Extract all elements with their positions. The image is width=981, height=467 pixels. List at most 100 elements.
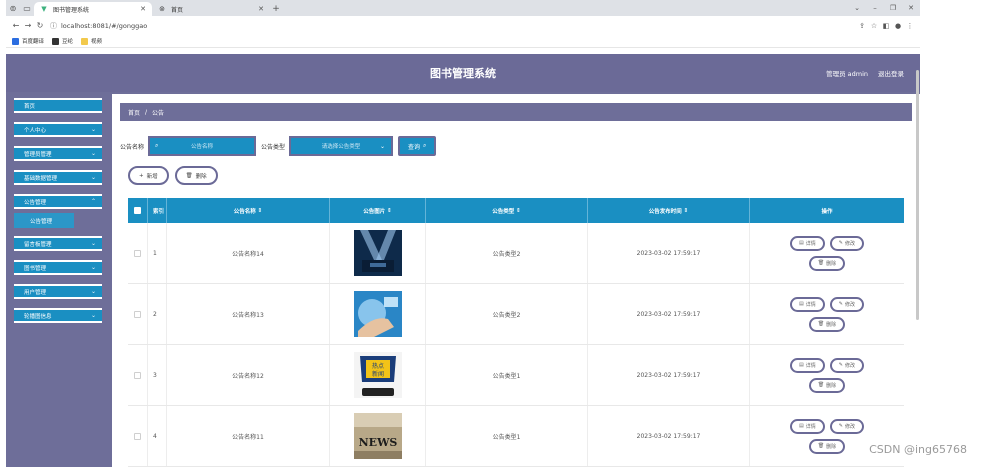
row-actions-line: ▤ 详情 ✎ 修改 <box>790 235 864 251</box>
sidepanel-icon[interactable]: ◧ <box>880 22 892 30</box>
row-actions-line: ▤ 详情 ✎ 修改 <box>790 418 864 434</box>
add-button-label: 新增 <box>146 173 158 180</box>
sidebar-item[interactable]: 留言板管理 ⌄ <box>14 236 102 251</box>
type-select[interactable]: 请选择公告类型 ⌄ <box>289 136 394 156</box>
chevron-down-icon: ⌄ <box>90 288 96 295</box>
bookmark-item[interactable]: 百度翻译 <box>12 37 44 45</box>
row-checkbox[interactable] <box>134 432 141 440</box>
column-header-image[interactable]: 公告图片 ⇕ <box>330 198 426 223</box>
new-tab-button[interactable]: + <box>270 2 282 16</box>
edit-button[interactable]: ✎ 修改 <box>829 296 864 312</box>
trash-icon: 🗑 <box>817 260 825 266</box>
edit-button[interactable]: ✎ 修改 <box>829 235 864 251</box>
more-menu-icon[interactable]: ⋮ <box>904 22 916 30</box>
chevron-down-icon: ⌄ <box>90 312 96 319</box>
forward-arrow-icon[interactable]: → <box>22 21 34 30</box>
breadcrumb: 首页 / 公告 <box>120 103 912 121</box>
share-icon[interactable]: ⇪ <box>856 22 868 30</box>
browser-menu-icon[interactable]: ⊚ <box>6 0 20 16</box>
screenshot: { "browser": { "tabs": [ { "title": "图书管… <box>0 0 981 467</box>
window-close-icon[interactable]: ✕ <box>902 0 920 16</box>
batch-delete-button[interactable]: 🗑 删除 <box>174 166 218 185</box>
restore-icon[interactable]: ❐ <box>884 0 902 16</box>
tab-list-chevron-icon[interactable]: ⌄ <box>848 0 866 16</box>
sidebar-item[interactable]: 用户管理 ⌄ <box>14 284 102 299</box>
row-delete-button[interactable]: 🗑 删除 <box>808 438 846 454</box>
delete-button-label: 删除 <box>195 173 207 180</box>
profile-icon[interactable]: ● <box>892 22 904 30</box>
scrollbar[interactable] <box>916 70 919 320</box>
row-name: 公告名称11 <box>167 406 330 466</box>
edit-button[interactable]: ✎ 修改 <box>829 418 864 434</box>
breadcrumb-home[interactable]: 首页 <box>128 108 140 117</box>
sidebar-item[interactable]: 管理员管理 ⌄ <box>14 146 102 161</box>
sidebar-item[interactable]: 个人中心 ⌄ <box>14 122 102 137</box>
search-button-label: 查询 <box>408 143 421 151</box>
sidebar-item-label: 用户管理 <box>24 289 47 296</box>
row-delete-button[interactable]: 🗑 删除 <box>808 316 846 332</box>
url-field[interactable]: ⓘ localhost:8081/#/gonggao <box>50 19 856 32</box>
search-button[interactable]: 查询 ⌕ <box>398 136 437 156</box>
bookmark-star-icon[interactable]: ☆ <box>868 22 880 30</box>
reload-icon[interactable]: ↻ <box>34 21 46 30</box>
table-row: 1 公告名称14 公告类型2 2023-03-02 17:59:17 ▤ 详情 ✎ 修改 🗑 删除 <box>128 223 904 284</box>
column-header-type[interactable]: 公告类型 ⇕ <box>426 198 588 223</box>
chevron-down-icon: ⌄ <box>90 264 96 271</box>
edit-button[interactable]: ✎ 修改 <box>829 357 864 373</box>
detail-button[interactable]: ▤ 详情 <box>790 296 825 312</box>
row-checkbox[interactable] <box>134 371 141 379</box>
sidebar-item[interactable]: 首页 <box>14 98 102 113</box>
column-header-name[interactable]: 公告名称 ⇕ <box>167 198 330 223</box>
name-search-input[interactable]: ⌕ 公告名称 <box>148 136 257 156</box>
row-name: 公告名称12 <box>167 345 330 405</box>
table-row: 3 公告名称12 热点 新闻 公告类型1 2023-03-02 17:59:17 ▤ 详情 ✎ 修… <box>128 345 904 406</box>
hand-tech-thumbnail <box>353 291 402 337</box>
row-actions: ▤ 详情 ✎ 修改 🗑 删除 <box>750 284 904 344</box>
trash-icon: 🗑 <box>817 321 825 327</box>
sidebar-item-label: 留言板管理 <box>24 241 52 248</box>
sidebar-item[interactable]: 图书管理 ⌄ <box>14 260 102 275</box>
row-checkbox[interactable] <box>134 249 141 257</box>
select-all-checkbox[interactable] <box>134 207 141 214</box>
sort-icon: ⇕ <box>516 207 521 214</box>
tab-title: 首页 <box>171 6 184 14</box>
row-checkbox[interactable] <box>134 310 141 318</box>
main-content: 首页 / 公告 公告名称 ⌕ 公告名称 公告类型 请选择公告类型 ⌄ 查询 ⌕ <box>112 94 920 467</box>
sort-icon: ⇕ <box>387 207 392 214</box>
add-button[interactable]: + 新增 <box>128 166 169 185</box>
back-arrow-icon[interactable]: ← <box>10 21 22 30</box>
close-tab-icon[interactable]: ✕ <box>258 5 264 13</box>
detail-button[interactable]: ▤ 详情 <box>790 418 825 434</box>
svg-text:新闻: 新闻 <box>371 370 383 378</box>
table-body: 1 公告名称14 公告类型2 2023-03-02 17:59:17 ▤ 详情 ✎ 修改 🗑 删除… <box>128 223 904 467</box>
document-icon: ▤ <box>799 240 804 246</box>
detail-button[interactable]: ▤ 详情 <box>790 235 825 251</box>
row-actions: ▤ 详情 ✎ 修改 🗑 删除 <box>750 223 904 283</box>
info-icon[interactable]: ⓘ <box>50 21 57 31</box>
top-bar: 图书管理系统 管理员 admin 退出登录 <box>6 54 920 92</box>
sidebar-subitem[interactable]: 公告管理 <box>14 213 74 228</box>
tab-search-icon[interactable]: ▭ <box>20 0 34 16</box>
row-index: 3 <box>148 345 167 405</box>
detail-button[interactable]: ▤ 详情 <box>790 357 825 373</box>
sidebar-item-label: 个人中心 <box>24 127 47 134</box>
browser-tab-active[interactable]: ▼ 图书管理系统 ✕ <box>34 2 152 16</box>
row-delete-button[interactable]: 🗑 删除 <box>808 377 846 393</box>
row-image: 热点 新闻 <box>330 345 426 405</box>
sidebar-item[interactable]: 公告管理 ⌃ <box>14 194 102 209</box>
row-checkbox-cell <box>128 223 148 283</box>
close-tab-icon[interactable]: ✕ <box>140 5 146 13</box>
column-header-time[interactable]: 公告发布时间 ⇕ <box>588 198 750 223</box>
app-title: 图书管理系统 <box>430 67 496 80</box>
logout-link[interactable]: 退出登录 <box>878 68 904 78</box>
sidebar-item[interactable]: 轮播图信息 ⌄ <box>14 308 102 323</box>
row-delete-button[interactable]: 🗑 删除 <box>808 255 846 271</box>
sidebar-item[interactable]: 基础数据管理 ⌄ <box>14 170 102 185</box>
row-time: 2023-03-02 17:59:17 <box>588 223 750 283</box>
minimize-icon[interactable]: – <box>866 0 884 16</box>
row-image: NEWS <box>330 406 426 466</box>
browser-tab[interactable]: ⊚ 首页 ✕ <box>152 2 270 16</box>
bookmark-item[interactable]: 视频 <box>81 37 102 45</box>
sidebar-item-label: 基础数据管理 <box>24 175 58 182</box>
bookmark-item[interactable]: 豆纶 <box>52 37 73 45</box>
